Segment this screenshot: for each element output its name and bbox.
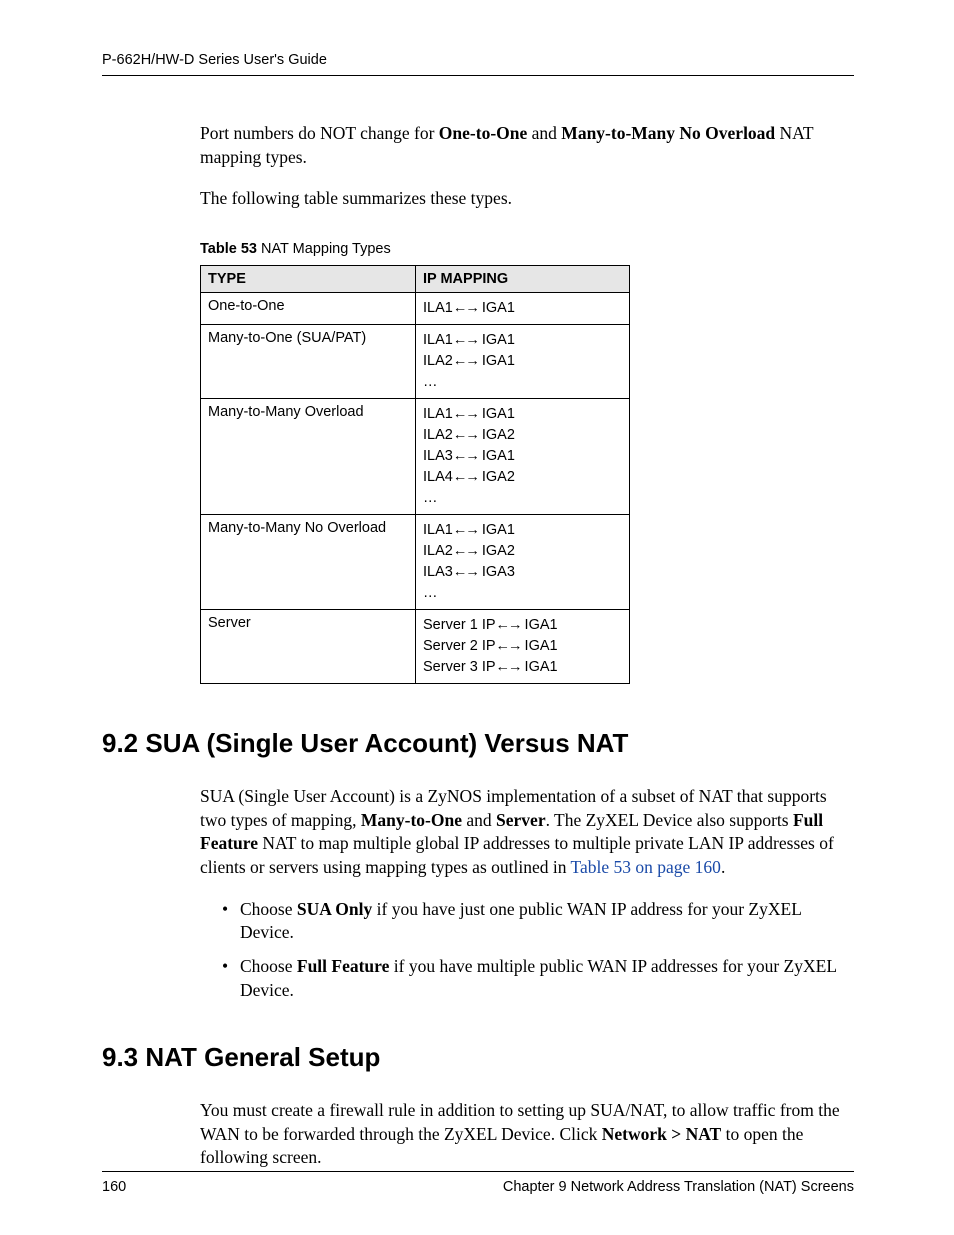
table-caption-rest: NAT Mapping Types <box>257 241 391 257</box>
header-title: P-662H/HW-D Series User's Guide <box>102 52 327 68</box>
intro-block: Port numbers do NOT change for One-to-On… <box>200 122 850 684</box>
mapping-line: Server 1 IP←→ IGA1 <box>423 615 622 636</box>
sec92-b1: Many-to-One <box>361 810 462 830</box>
sec92-post2: . <box>721 857 725 877</box>
cell-type: Many-to-Many No Overload <box>201 515 416 610</box>
table-caption-strong: Table 53 <box>200 241 257 257</box>
mapping-line: ILA3←→ IGA3 <box>423 562 622 583</box>
mapping-line: ILA1←→ IGA1 <box>423 330 622 351</box>
sec92-post1: NAT to map multiple global IP addresses … <box>200 833 834 877</box>
cell-ipmapping: Server 1 IP←→ IGA1Server 2 IP←→ IGA1Serv… <box>416 610 630 684</box>
intro-p1-b2: Many-to-Many No Overload <box>561 123 775 143</box>
section-9-2-body: SUA (Single User Account) is a ZyNOS imp… <box>200 785 850 1002</box>
mapping-line: ILA2←→ IGA2 <box>423 541 622 562</box>
bidirectional-arrow-icon: ←→ <box>453 353 478 369</box>
table-row: ServerServer 1 IP←→ IGA1Server 2 IP←→ IG… <box>201 610 630 684</box>
bidirectional-arrow-icon: ←→ <box>453 522 478 538</box>
page-footer: 160 Chapter 9 Network Address Translatio… <box>102 1171 854 1195</box>
nat-mapping-table: TYPE IP MAPPING One-to-One ILA1←→ IGA1 Man… <box>200 265 630 684</box>
sec93-b: Network > NAT <box>602 1124 722 1144</box>
sec92-mid1: and <box>462 810 496 830</box>
bidirectional-arrow-icon: ←→ <box>453 448 478 464</box>
table-row: One-to-One ILA1←→ IGA1 <box>201 292 630 324</box>
ellipsis-line: … <box>423 488 622 509</box>
cell-ipmapping: ILA1←→ IGA1ILA2←→ IGA1… <box>416 324 630 398</box>
bidirectional-arrow-icon: ←→ <box>496 659 521 675</box>
section-9-3-heading: 9.3 NAT General Setup <box>102 1042 854 1073</box>
mapping-line: ILA4←→ IGA2 <box>423 467 622 488</box>
section-9-3-body: You must create a firewall rule in addit… <box>200 1099 850 1170</box>
bidirectional-arrow-icon: ←→ <box>453 332 478 348</box>
cell-type: Many-to-One (SUA/PAT) <box>201 324 416 398</box>
sec92-crossref-link[interactable]: Table 53 on page 160 <box>571 857 721 877</box>
table-row: Many-to-Many OverloadILA1←→ IGA1ILA2←→ I… <box>201 398 630 514</box>
bidirectional-arrow-icon: ←→ <box>453 300 478 316</box>
table-caption: Table 53 NAT Mapping Types <box>200 241 850 257</box>
ellipsis-line: … <box>423 583 622 604</box>
bidirectional-arrow-icon: ←→ <box>453 469 478 485</box>
intro-p1-mid: and <box>527 123 561 143</box>
page-number: 160 <box>102 1179 126 1195</box>
mapping-line: ILA1←→ IGA1 <box>423 520 622 541</box>
mapping-line: ILA3←→ IGA1 <box>423 446 622 467</box>
table-row: Many-to-One (SUA/PAT)ILA1←→ IGA1ILA2←→ I… <box>201 324 630 398</box>
sec92-paragraph: SUA (Single User Account) is a ZyNOS imp… <box>200 785 850 880</box>
col-ipmapping-header: IP MAPPING <box>416 265 630 292</box>
bidirectional-arrow-icon: ←→ <box>496 638 521 654</box>
cell-type: Server <box>201 610 416 684</box>
mapping-line: ILA1←→ IGA1 <box>423 404 622 425</box>
mapping-line: ILA2←→ IGA2 <box>423 425 622 446</box>
cell-ipmapping: ILA1←→ IGA1 <box>416 292 630 324</box>
intro-p1-b1: One-to-One <box>439 123 527 143</box>
cell-ipmapping: ILA1←→ IGA1ILA2←→ IGA2ILA3←→ IGA1ILA4←→ … <box>416 398 630 514</box>
section-9-2-heading: 9.2 SUA (Single User Account) Versus NAT <box>102 728 854 759</box>
cell-ipmapping: ILA1←→ IGA1ILA2←→ IGA2ILA3←→ IGA3… <box>416 515 630 610</box>
cell-type: Many-to-Many Overload <box>201 398 416 514</box>
sec92-b2-pre: Choose <box>240 956 297 976</box>
sec92-b1-bold: SUA Only <box>297 899 372 919</box>
table-header-row: TYPE IP MAPPING <box>201 265 630 292</box>
running-header: P-662H/HW-D Series User's Guide <box>102 52 854 76</box>
intro-paragraph-1: Port numbers do NOT change for One-to-On… <box>200 122 850 169</box>
chapter-label: Chapter 9 Network Address Translation (N… <box>503 1179 854 1195</box>
sec92-bullet-list: Choose SUA Only if you have just one pub… <box>222 898 850 1003</box>
sec92-b2-bold: Full Feature <box>297 956 390 976</box>
mapping-line: Server 2 IP←→ IGA1 <box>423 636 622 657</box>
mapping-line: ILA2←→ IGA1 <box>423 351 622 372</box>
intro-paragraph-2: The following table summarizes these typ… <box>200 187 850 211</box>
sec92-mid2: . The ZyXEL Device also supports <box>546 810 793 830</box>
sec92-bullet-1: Choose SUA Only if you have just one pub… <box>222 898 850 945</box>
col-type-header: TYPE <box>201 265 416 292</box>
bidirectional-arrow-icon: ←→ <box>453 564 478 580</box>
bidirectional-arrow-icon: ←→ <box>453 406 478 422</box>
bidirectional-arrow-icon: ←→ <box>453 543 478 559</box>
sec92-bullet-2: Choose Full Feature if you have multiple… <box>222 955 850 1002</box>
sec92-b2: Server <box>496 810 546 830</box>
ellipsis-line: … <box>423 372 622 393</box>
sec92-b1-pre: Choose <box>240 899 297 919</box>
sec93-paragraph: You must create a firewall rule in addit… <box>200 1099 850 1170</box>
mapping-line: ILA1←→ IGA1 <box>423 298 622 319</box>
intro-p1-pre: Port numbers do NOT change for <box>200 123 439 143</box>
mapping-line: Server 3 IP←→ IGA1 <box>423 657 622 678</box>
bidirectional-arrow-icon: ←→ <box>496 617 521 633</box>
bidirectional-arrow-icon: ←→ <box>453 427 478 443</box>
cell-type: One-to-One <box>201 292 416 324</box>
table-row: Many-to-Many No OverloadILA1←→ IGA1ILA2←… <box>201 515 630 610</box>
